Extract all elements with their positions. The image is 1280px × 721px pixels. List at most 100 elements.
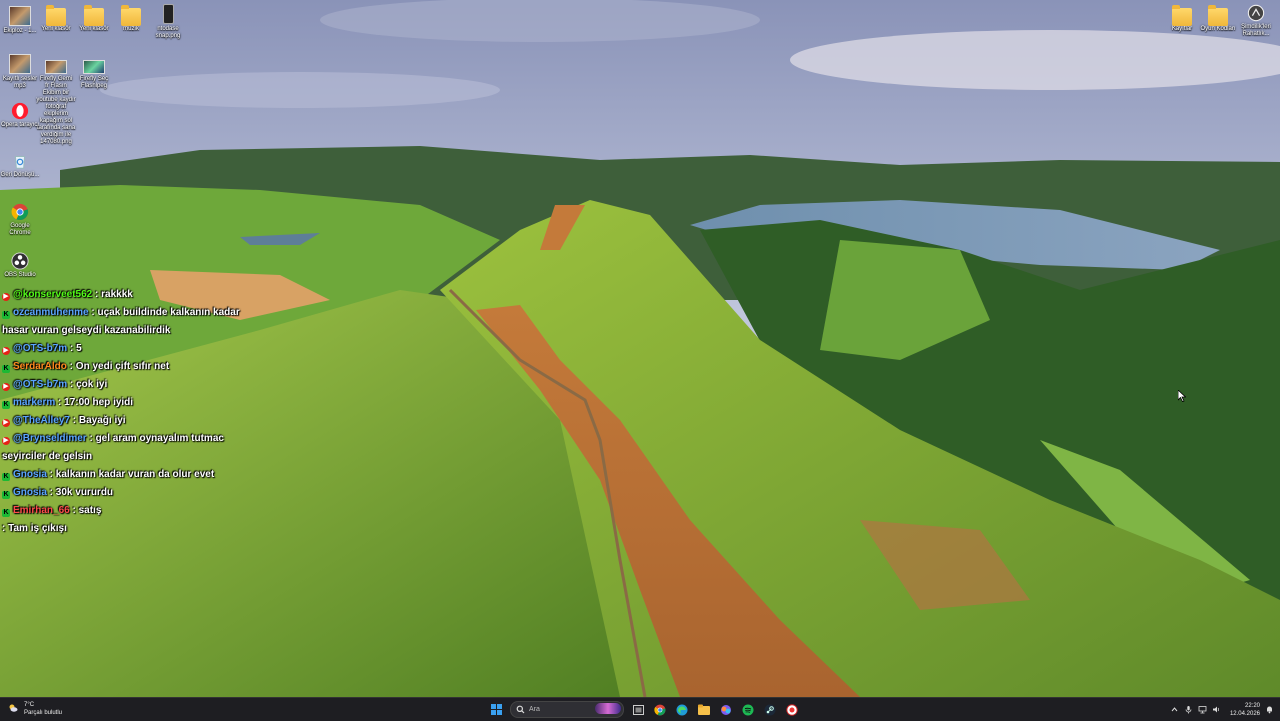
image-file-icon [83,60,105,74]
task-view-button[interactable] [630,702,646,718]
chat-message: ▶ @OTS-b7m : 5 [2,343,82,355]
copilot-icon [721,704,731,715]
clock-time: 22:20 [1244,702,1260,709]
taskbar-search[interactable]: Ara [510,701,624,718]
desktop-icon-oyun-kodlari[interactable]: Oyun Kodları [1198,5,1238,33]
desktop-icon-muzik[interactable]: müzik [111,5,151,33]
chat-message: K Gnosia : 30k vururdu [2,487,114,499]
chat-text: 17:00 hep iyidi [64,397,134,408]
desktop-icon-firefly-sec[interactable]: Firefly Seç Flashlpeg [74,60,114,90]
kick-icon: K [2,491,10,499]
folder-icon [1208,5,1228,26]
youtube-icon: ▶ [2,347,10,355]
search-highlight-image [595,703,621,714]
taskbar-app-copilot[interactable] [718,702,734,718]
speaker-icon[interactable] [1212,705,1221,714]
clock-date: 12.04.2026 [1229,710,1260,717]
chat-username: @TheAlley7 [13,415,70,426]
weather-widget[interactable]: 7°C Parçalı bulutlu [8,701,62,717]
desktop-icon-snap[interactable]: ntodase snap.png [148,4,188,40]
desktop-icon-ekiploz[interactable]: Ekiploz - 1... [0,6,40,35]
desktop-icon-firefly-gemi[interactable]: Firefly Gemi fr Flasın Ekibim bir youtub… [36,60,76,146]
folder-icon [1172,5,1192,26]
taskbar-app-edge[interactable] [674,702,690,718]
chat-text: rakkkk [101,289,133,300]
folder-icon [84,5,104,26]
youtube-icon: ▶ [2,437,10,445]
youtube-icon: ▶ [2,383,10,391]
taskbar-center: Ara [488,701,800,718]
chat-text: Tam iş çıkışı [8,523,67,534]
folder-icon [46,5,66,26]
obs-icon [11,252,29,270]
microphone-icon[interactable] [1184,705,1193,714]
system-tray: 22:20 12.04.2026 [1170,700,1274,719]
chat-message: K Gnosia : kalkanın kadar vuran da olur e… [2,469,215,481]
chat-message: K Emirhan_66 : satış [2,505,102,517]
chat-text: satış [78,505,102,516]
app-shortcut-icon [1247,4,1265,22]
kick-icon: K [2,509,10,517]
chat-message: Kozcanmuhenme : uçak buildinde kalkanın … [2,307,240,336]
chat-text: Bayağı iyi [78,415,126,426]
chrome-icon [654,704,666,715]
audio-file-icon [9,54,31,74]
notification-bell-icon[interactable] [1265,705,1274,714]
desktop-icon-opera[interactable]: Opera tarayıcı [0,102,40,129]
opera-icon [11,102,29,120]
desktop-icon-obs[interactable]: OBS Studio [0,252,40,279]
kick-icon: K [2,311,10,319]
desktop-icon-kayitli-sesler[interactable]: Kayıtlı sesler mp3 [0,54,40,90]
chat-username: Gnosia [13,469,47,480]
chat-message: ▶ @TheAlley7 : Bayağı iyi [2,415,126,427]
desktop-icon-shortcut-app[interactable]: Şimdilik'leri Rahatlık... [1236,4,1276,38]
mouse-cursor-icon [1178,390,1186,402]
kick-icon: K [2,401,10,409]
start-button[interactable] [488,702,504,718]
kick-icon: K [2,473,10,481]
taskbar-app-steam[interactable] [762,702,778,718]
desktop-icon-folder-2[interactable]: Yeni klasör [74,5,114,33]
chat-message: K SerdarAldo : On yedi çift sıfır net [2,361,170,373]
windows-icon [490,704,502,715]
chat-username: ozcanmuhenme [13,307,89,318]
record-app-icon [786,703,798,716]
search-placeholder: Ara [529,706,540,713]
desktop-icon-chrome[interactable]: Google Chrome [0,203,40,237]
weather-temp: 7°C [24,702,35,708]
youtube-icon: ▶ [2,293,10,301]
desktop-icon-kayitlar[interactable]: Kayıtlar [1162,5,1202,33]
kick-icon: K [2,365,10,373]
desktop-icon-folder-1[interactable]: Yeni klasör [36,5,76,33]
chat-message: ▶ @konserveet562 : rakkkk [2,289,133,301]
taskbar-app-file-explorer[interactable] [696,702,712,718]
chat-text: 5 [76,343,82,354]
chat-username: @Brynseldimer [13,433,87,444]
chat-username: @OTS-b7m [13,379,68,390]
folder-icon [121,5,141,26]
chat-message: ▶ @OTS-b7m : çok iyi [2,379,108,391]
taskbar-app-spotify[interactable] [740,702,756,718]
weather-cloud-icon [9,704,18,712]
chat-username: markerm [13,397,56,408]
weather-desc: Parçalı bulutlu [24,710,63,716]
taskbar-app-chrome[interactable] [652,702,668,718]
chat-message: Kmarkerm : 17:00 hep iyidi [2,397,134,409]
chat-message: : Tam iş çıkışı [2,523,67,534]
chat-text: kalkanın kadar vuran da olur evet [55,469,215,480]
recycle-bin-icon [15,156,25,169]
search-icon [516,705,525,714]
desktop-icon-recycle-bin[interactable]: Geri Dönüşü... [0,152,40,179]
clock[interactable]: 22:20 12.04.2026 [1230,702,1260,718]
chat-text: On yedi çift sıfır net [75,361,170,372]
network-icon[interactable] [1198,705,1207,714]
taskbar-app-recorder[interactable] [784,702,800,718]
chat-text: 30k vururdu [55,487,114,498]
stream-chat-overlay: ▶ @konserveet562 : rakkkk Kozcanmuhenme :… [2,286,267,538]
chat-message: ▶ @Brynseldimer : gel aram oynayalım tutm… [2,433,224,462]
chat-username: @konserveet562 [13,289,93,300]
chevron-up-icon[interactable] [1170,705,1179,714]
steam-icon [764,704,776,715]
youtube-icon: ▶ [2,419,10,427]
spotify-icon [742,704,754,715]
